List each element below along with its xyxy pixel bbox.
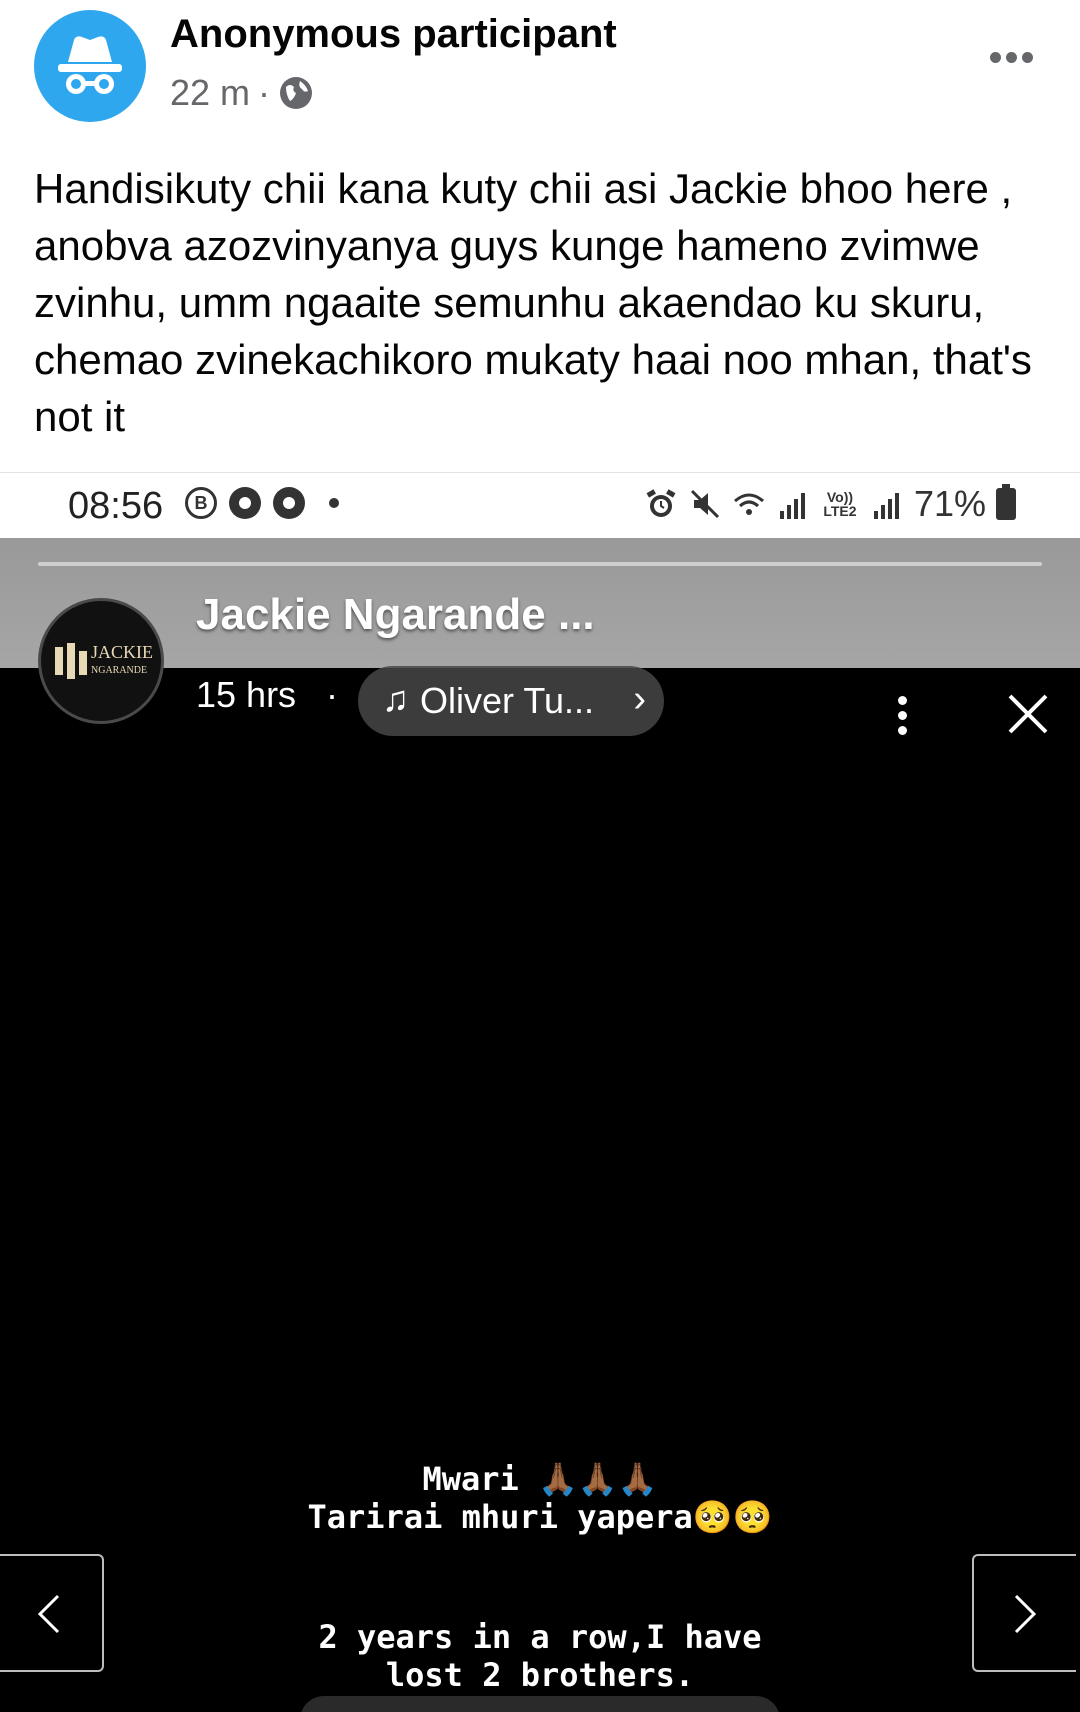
post-author[interactable]: Anonymous participant [170, 12, 617, 57]
signal-icon [873, 493, 899, 519]
previous-story-button[interactable] [0, 1554, 104, 1672]
post-time[interactable]: 22 m [170, 72, 250, 114]
meta-separator: · [258, 72, 271, 113]
caption-line: Tarirai mhuri yapera🥺🥺 [307, 1498, 773, 1536]
music-sticker-button[interactable]: ♫ Oliver Tu... › [358, 666, 664, 736]
more-notifications-dot [329, 498, 339, 508]
logo-subtext: NGARANDE [91, 665, 148, 676]
dot-icon [1006, 52, 1017, 63]
chevron-right-icon: › [633, 678, 646, 720]
dot-icon [897, 696, 907, 705]
wifi-icon [733, 493, 764, 515]
story-separator: · [326, 674, 338, 715]
story-author-name[interactable]: Jackie Ngarande ... [196, 590, 595, 640]
dot-icon [897, 711, 907, 720]
caption-line: 2 years in a row,I have [318, 1618, 762, 1656]
story-progress-bar [38, 562, 1042, 566]
system-icons: Vo)) LTE2 71% [644, 483, 1016, 525]
signal-icon [779, 493, 805, 519]
status-time: 08:56 [68, 485, 164, 527]
reply-bar[interactable] [300, 1696, 780, 1712]
chrome-icon [273, 487, 305, 519]
caption-line: Mwari 🙏🏾🙏🏾🙏🏾 [422, 1460, 658, 1498]
b-icon: B [185, 487, 217, 519]
volte-indicator: Vo)) LTE2 [823, 489, 857, 519]
chrome-icon [229, 487, 261, 519]
chevron-right-icon [1014, 1594, 1037, 1634]
dot-icon [1022, 52, 1033, 63]
battery-icon [996, 484, 1016, 520]
close-icon[interactable] [1004, 690, 1052, 738]
dot-icon [897, 726, 907, 735]
post-meta: 22 m · [170, 72, 314, 114]
anonymous-avatar[interactable] [34, 10, 146, 122]
music-note-icon: ♫ [382, 678, 409, 719]
post-header: Anonymous participant 22 m · [0, 0, 1080, 140]
more-options-button[interactable] [990, 50, 1050, 80]
chevron-left-icon [37, 1594, 60, 1634]
battery-percent: 71% [913, 483, 986, 524]
story-avatar[interactable]: JACKIE NGARANDE [38, 598, 164, 724]
story-more-button[interactable] [896, 696, 908, 740]
notification-icons: B [185, 487, 339, 519]
incognito-icon [58, 36, 122, 94]
story-caption-bottom: 2 years in a row,I have lost 2 brothers. [0, 1618, 1080, 1694]
story-time: 15 hrs [196, 674, 297, 715]
story-caption-top: Mwari 🙏🏾🙏🏾🙏🏾 Tarirai mhuri yapera🥺🥺 [0, 1460, 1080, 1536]
caption-line: lost 2 brothers. [385, 1656, 695, 1694]
alarm-icon [646, 489, 676, 517]
mute-icon [690, 489, 719, 519]
dot-icon [990, 52, 1001, 63]
next-story-button[interactable] [972, 1554, 1076, 1672]
shared-screenshot[interactable]: 08:56 B Vo)) LTE2 71% JACKIE NGARANDE Ja… [0, 472, 1080, 1712]
jn-logo-icon [55, 643, 87, 679]
logo-text: JACKIE [91, 642, 153, 662]
globe-icon [280, 77, 313, 109]
music-title: Oliver Tu... [420, 680, 595, 721]
status-bar: 08:56 B Vo)) LTE2 71% [0, 472, 1080, 539]
post-text: Handisikuty chii kana kuty chii asi Jack… [34, 165, 1032, 440]
story-viewer[interactable]: JACKIE NGARANDE Jackie Ngarande ... 15 h… [0, 538, 1080, 1712]
